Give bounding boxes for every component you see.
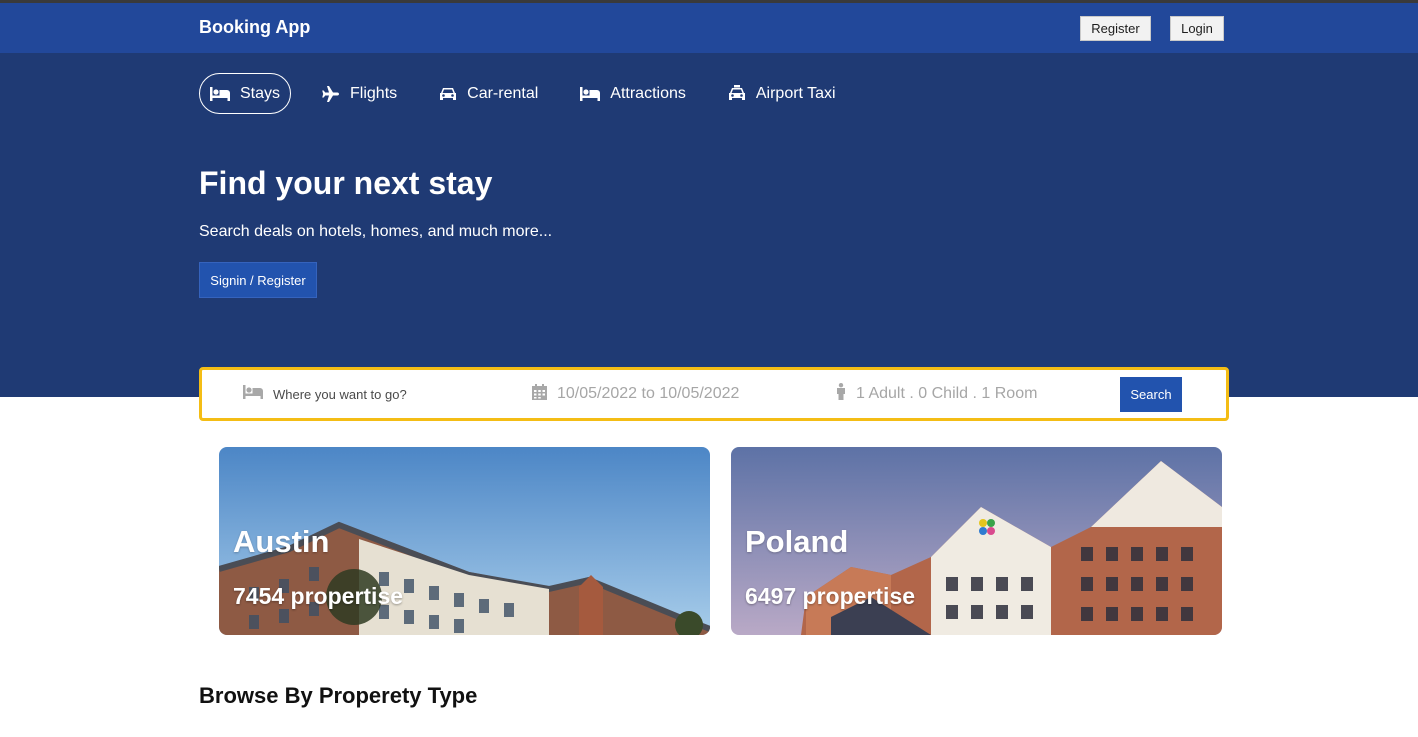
top-navbar: Booking App Register Login	[0, 3, 1418, 53]
tab-airport-taxi[interactable]: Airport Taxi	[717, 73, 847, 114]
tab-attractions[interactable]: Attractions	[569, 73, 697, 114]
bed-icon	[243, 384, 263, 404]
date-range-text: 10/05/2022 to 10/05/2022	[557, 385, 740, 402]
guests-text: 1 Adult . 0 Child . 1 Room	[856, 385, 1038, 402]
tab-label: Flights	[350, 84, 398, 102]
tab-label: Airport Taxi	[755, 84, 836, 102]
card-city-name: Poland	[745, 524, 849, 559]
bed-icon	[210, 86, 230, 101]
plane-icon	[322, 85, 340, 103]
signin-register-button[interactable]: Signin / Register	[199, 262, 317, 298]
person-icon	[836, 383, 846, 405]
tab-stays[interactable]: Stays	[199, 73, 292, 114]
search-bar: 10/05/2022 to 10/05/2022 1 Adult . 0 Chi…	[199, 367, 1229, 421]
hero-subtitle: Search deals on hotels, homes, and much …	[199, 223, 553, 240]
card-property-count: 6497 propertise	[745, 583, 916, 609]
service-tabs: Stays Flights Car-rental Attractions Air…	[199, 73, 867, 114]
tab-label: Stays	[240, 84, 281, 102]
browse-section-title: Browse By Properety Type	[199, 683, 478, 708]
calendar-icon	[532, 383, 547, 405]
date-range-field[interactable]: 10/05/2022 to 10/05/2022	[532, 370, 739, 418]
register-button[interactable]: Register	[1080, 16, 1151, 41]
destination-field[interactable]	[243, 370, 473, 418]
car-icon	[439, 86, 457, 102]
card-property-count: 7454 propertise	[233, 583, 404, 609]
search-button[interactable]: Search	[1120, 377, 1182, 412]
login-button[interactable]: Login	[1170, 16, 1224, 41]
card-city-name: Austin	[233, 524, 330, 559]
guests-field[interactable]: 1 Adult . 0 Child . 1 Room	[836, 370, 1037, 418]
bed-icon	[580, 86, 601, 101]
hero-section: Stays Flights Car-rental Attractions Air…	[0, 53, 1418, 397]
featured-card-austin[interactable]: Austin 7454 propertise	[219, 447, 710, 635]
featured-card-poland[interactable]: Poland 6497 propertise	[731, 447, 1222, 635]
taxi-icon	[728, 85, 746, 102]
destination-input[interactable]	[273, 386, 473, 402]
hero-title: Find your next stay	[199, 165, 493, 201]
tab-label: Car-rental	[467, 84, 539, 102]
tab-label: Attractions	[610, 84, 686, 102]
tab-flights[interactable]: Flights	[311, 73, 408, 114]
brand-logo-text[interactable]: Booking App	[199, 17, 310, 38]
tab-car-rental[interactable]: Car-rental	[428, 73, 549, 114]
